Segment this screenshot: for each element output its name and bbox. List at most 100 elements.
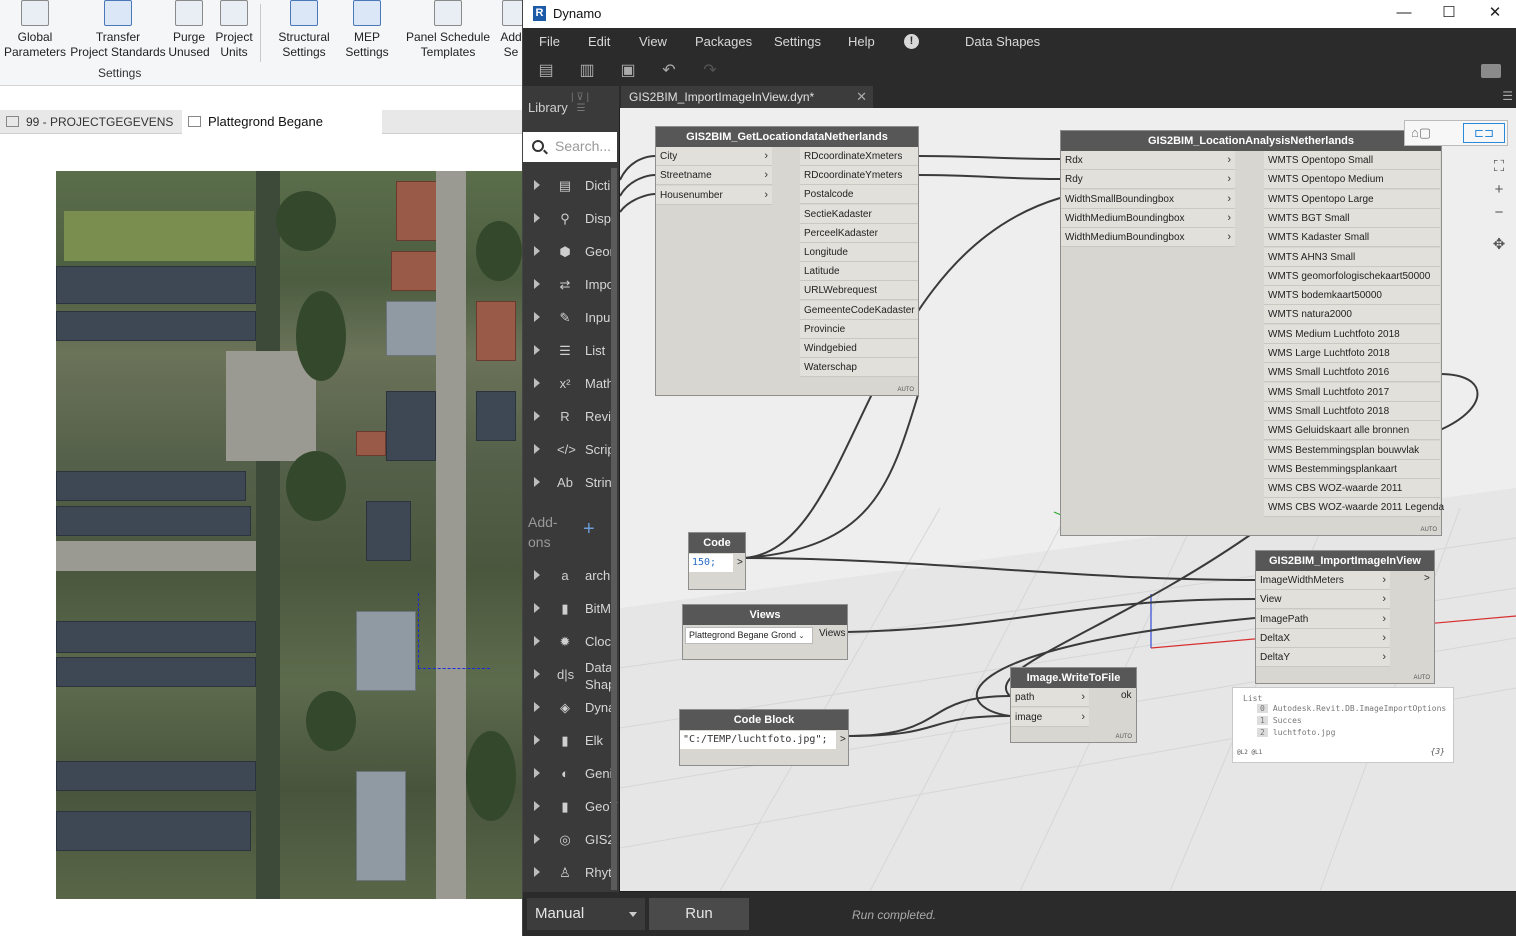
node-location-analysis[interactable]: GIS2BIM_LocationAnalysisNetherlands Rdx ›… — [1060, 130, 1444, 536]
search-input[interactable]: Search... — [555, 138, 611, 154]
run-mode-select[interactable]: Manual — [527, 898, 645, 930]
notification-icon[interactable]: ! — [904, 34, 919, 49]
library-category[interactable]: ✎ Inpu — [523, 302, 611, 335]
input-port[interactable]: View › — [1256, 590, 1390, 610]
output-port[interactable]: WMTS BGT Small — [1264, 208, 1440, 228]
node-views[interactable]: Views Plattegrond Begane Grond ⌄ Views — [682, 604, 848, 660]
library-search[interactable]: Search... — [523, 132, 617, 162]
open-file-icon[interactable]: ▥ — [578, 62, 596, 80]
input-port-path[interactable]: path › — [1011, 688, 1089, 707]
mep-settings-button[interactable]: MEP Settings — [342, 0, 392, 60]
library-category[interactable]: ☰ List — [523, 335, 611, 368]
global-parameters-button[interactable]: Global Parameters — [4, 0, 66, 60]
input-port[interactable]: ImagePath › — [1256, 609, 1390, 629]
input-port[interactable]: Streetname › — [656, 166, 772, 186]
tab-projectgegevens[interactable]: 99 - PROJECTGEGEVENS — [0, 110, 176, 134]
library-category[interactable]: ⇄ Impo — [523, 269, 614, 302]
library-package[interactable]: ◎ GIS2 — [523, 824, 615, 857]
tab-plattegrond[interactable]: Plattegrond Begane Grond✕ — [182, 110, 382, 154]
output-port[interactable]: WMTS Opentopo Large — [1264, 189, 1440, 209]
menu-file[interactable]: File — [539, 34, 560, 49]
output-port[interactable]: WMS Small Luchtfoto 2017 — [1264, 382, 1440, 402]
zoom-fit-icon[interactable]: ⛶ — [1490, 158, 1508, 176]
code-text[interactable]: 150; — [689, 554, 733, 572]
minimize-button[interactable]: — — [1389, 3, 1419, 23]
library-category[interactable]: R Revi — [523, 401, 611, 434]
output-port[interactable]: WMTS AHN3 Small — [1264, 247, 1440, 267]
library-category[interactable]: ▤ Dicti — [523, 170, 611, 203]
output-port[interactable]: WMS Bestemmingsplan bouwvlak — [1264, 440, 1440, 460]
output-port[interactable]: GemeenteCodeKadaster — [800, 300, 918, 320]
output-port[interactable]: WMTS natura2000 — [1264, 305, 1440, 325]
library-filter-icon[interactable]: | ⊽ | ☰ — [571, 92, 589, 114]
output-port[interactable]: Waterschap — [800, 358, 918, 378]
output-port[interactable]: > — [840, 734, 846, 745]
library-package[interactable]: ◐ Geni — [523, 758, 612, 791]
output-port[interactable]: Views — [819, 628, 846, 639]
output-port[interactable]: WMS Medium Luchtfoto 2018 — [1264, 324, 1440, 344]
library-scrollbar[interactable] — [611, 168, 617, 890]
input-port[interactable]: WidthMediumBoundingbox › — [1061, 208, 1235, 228]
library-package[interactable]: ✹ Clocl — [523, 626, 614, 659]
project-units-button[interactable]: Project Units — [212, 0, 256, 60]
node-code-block-width[interactable]: Code Block 150; > — [688, 532, 746, 590]
geometry-view-icon[interactable]: ⌂▢ — [1411, 125, 1431, 141]
output-port[interactable]: PerceelKadaster — [800, 223, 918, 243]
library-category[interactable]: ⚲ Disp — [523, 203, 611, 236]
menu-data-shapes[interactable]: Data Shapes — [965, 34, 1040, 49]
purge-unused-button[interactable]: Purge Unused — [168, 0, 210, 60]
structural-settings-button[interactable]: Structural Settings — [272, 0, 336, 60]
output-port[interactable]: WMS Small Luchtfoto 2018 — [1264, 401, 1440, 421]
node-import-image-in-view[interactable]: GIS2BIM_ImportImageInView ImageWidthMete… — [1255, 550, 1435, 684]
additional-settings-button[interactable]: Add Se — [500, 0, 522, 60]
output-port[interactable]: WMS CBS WOZ-waarde 2011 Legenda — [1264, 498, 1444, 518]
redo-icon[interactable]: ↷ — [701, 62, 719, 80]
output-port[interactable]: RDcoordinateXmeters — [800, 147, 918, 166]
library-package[interactable]: ▮ BitM — [523, 593, 611, 626]
library-category[interactable]: Ab Strin — [523, 467, 612, 500]
output-port[interactable]: ok — [1121, 690, 1132, 701]
library-category[interactable]: ⬢ Geor — [523, 236, 614, 269]
output-port[interactable]: Provincie — [800, 319, 918, 339]
input-port[interactable]: DeltaY › — [1256, 648, 1390, 668]
add-package-icon[interactable]: + — [583, 518, 595, 541]
run-button[interactable]: Run — [649, 898, 749, 930]
output-port[interactable]: Postalcode — [800, 185, 918, 205]
input-port[interactable]: WidthMediumBoundingbox › — [1061, 228, 1235, 248]
output-port[interactable]: > — [1424, 573, 1430, 584]
screenshot-camera-icon[interactable] — [1481, 64, 1501, 78]
menu-view[interactable]: View — [639, 34, 667, 49]
views-dropdown[interactable]: Plattegrond Begane Grond ⌄ — [685, 627, 813, 644]
input-port[interactable]: City › — [656, 147, 772, 166]
menu-edit[interactable]: Edit — [588, 34, 610, 49]
library-package[interactable]: ◈ Dyna — [523, 692, 615, 725]
undo-icon[interactable]: ↶ — [660, 62, 678, 80]
output-port[interactable]: RDcoordinateYmeters — [800, 166, 918, 186]
menu-packages[interactable]: Packages — [695, 34, 752, 49]
input-port[interactable]: Rdx › — [1061, 151, 1235, 170]
transfer-project-standards-button[interactable]: Transfer Project Standards — [70, 0, 166, 60]
output-port[interactable]: SectieKadaster — [800, 204, 918, 224]
save-icon[interactable]: ▣ — [619, 62, 637, 80]
graph-view-icon[interactable]: ⊏⊐ — [1463, 123, 1505, 143]
output-port[interactable]: WMTS Opentopo Small — [1264, 151, 1440, 170]
node-output-preview[interactable]: List 0 Autodesk.Revit.DB.ImageImportOptio… — [1232, 687, 1454, 763]
output-port[interactable]: > — [737, 557, 743, 568]
library-package[interactable]: ▮ Elk — [523, 725, 611, 758]
output-port[interactable]: Longitude — [800, 243, 918, 262]
zoom-out-icon[interactable]: − — [1490, 204, 1508, 222]
node-code-block-path[interactable]: Code Block "C:/TEMP/luchtfoto.jpg"; > — [679, 709, 849, 766]
output-port[interactable]: WMTS geomorfologischekaart50000 — [1264, 266, 1440, 286]
input-port-image[interactable]: image › — [1011, 708, 1089, 727]
revit-drawing-area[interactable] — [0, 135, 522, 936]
library-package[interactable]: ▮ GeoT — [523, 791, 618, 824]
input-port[interactable]: Housenumber › — [656, 185, 772, 205]
maximize-button[interactable]: ☐ — [1434, 3, 1464, 23]
pan-icon[interactable]: ✥ — [1490, 236, 1508, 254]
library-package[interactable]: d|s Data Shap — [523, 659, 615, 692]
input-port[interactable]: Rdy › — [1061, 170, 1235, 190]
output-port[interactable]: URLWebrequest — [800, 281, 918, 301]
menu-settings[interactable]: Settings — [774, 34, 821, 49]
output-port[interactable]: WMS Geluidskaart alle bronnen — [1264, 421, 1440, 441]
output-port[interactable]: WMTS Kadaster Small — [1264, 228, 1440, 248]
